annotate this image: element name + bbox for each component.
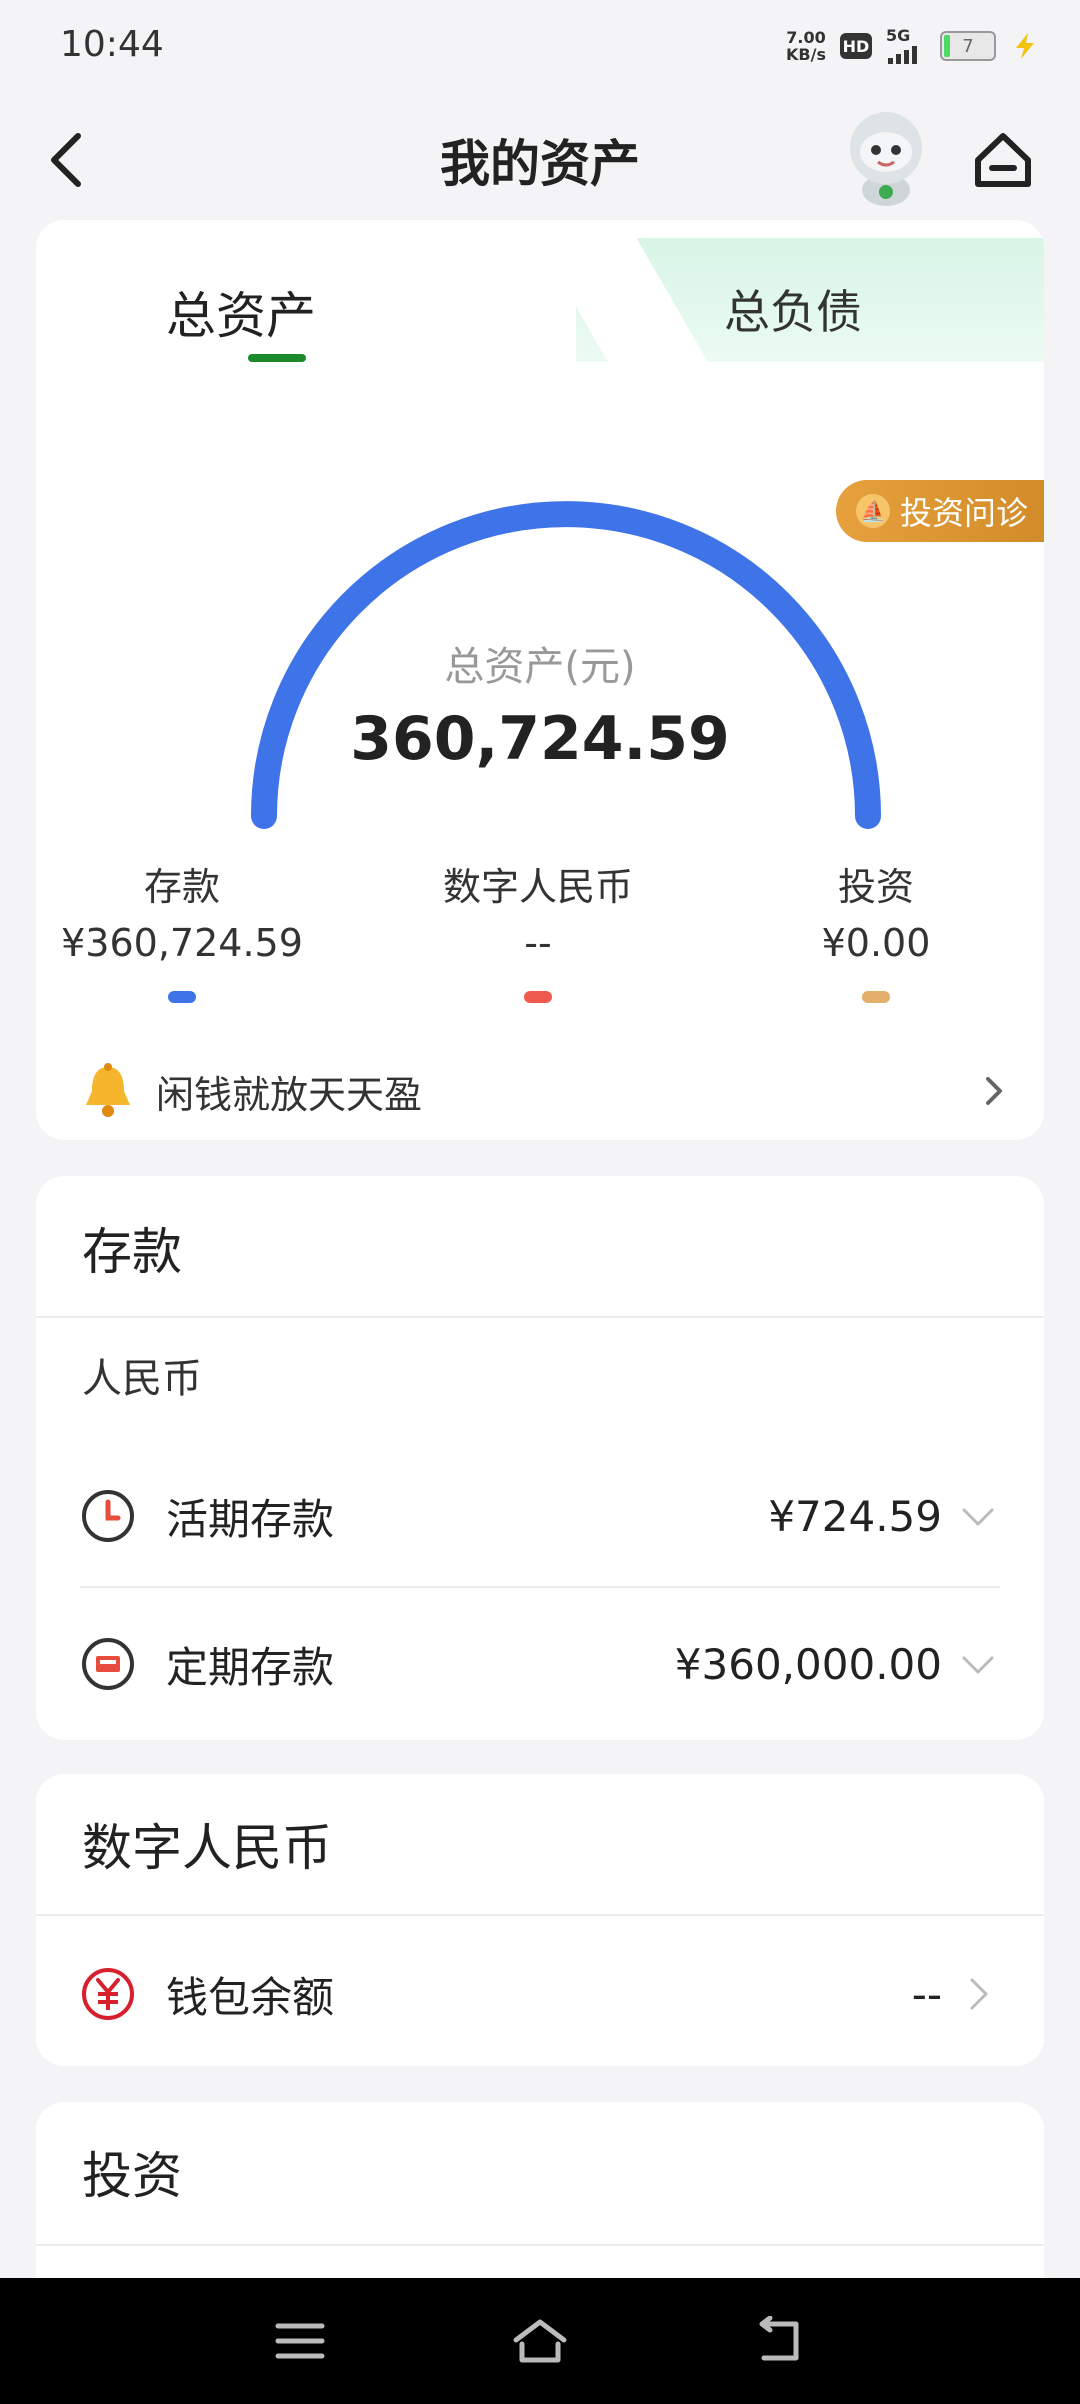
legend-deposits[interactable]: 存款 ¥360,724.59 <box>36 856 342 1003</box>
row-amount: -- <box>911 1969 942 2019</box>
asset-overview-card: 总资产 总负债 总资产(元) 360,724.59 ⛵ 投资问诊 存款 ¥360… <box>36 220 1044 1140</box>
network-speed-unit: KB/s <box>786 45 826 64</box>
battery-level: 7 <box>962 35 974 57</box>
bell-icon <box>86 1063 130 1117</box>
legend-name: 存款 <box>143 865 220 909</box>
promo-text: 闲钱就放天天盈 <box>156 1072 423 1117</box>
digital-rmb-card: 数字人民币 钱包余额 -- <box>36 1774 1044 2066</box>
assistant-robot-icon[interactable] <box>838 104 934 208</box>
promo-banner[interactable]: 闲钱就放天天盈 <box>80 1056 1014 1126</box>
row-name: 定期存款 <box>166 1642 335 1692</box>
chevron-right-icon <box>986 1077 1002 1105</box>
wallet-balance-row[interactable]: 钱包余额 -- <box>36 1944 1044 2044</box>
legend-amount: ¥0.00 <box>821 921 931 965</box>
hd-icon: HD <box>840 33 872 59</box>
status-icons: 7.00 KB/s HD 5G 7 <box>786 28 1040 64</box>
tab-active-indicator <box>248 354 306 362</box>
legend-amount: -- <box>524 921 552 965</box>
signal-icon: 5G <box>886 28 926 64</box>
nav-back-icon[interactable] <box>750 2316 810 2366</box>
legend-color-dot <box>524 991 552 1003</box>
chevron-right-icon[interactable] <box>958 1974 998 2014</box>
tab-total-assets[interactable]: 总资产 <box>166 276 316 348</box>
legend-name: 投资 <box>837 865 914 909</box>
legend-amount: ¥360,724.59 <box>61 921 303 965</box>
deposits-card: 存款 人民币 活期存款 ¥724.59 定期存款 ¥360,000.00 <box>36 1176 1044 1740</box>
charging-icon <box>1016 33 1034 59</box>
demand-deposit-row[interactable]: 活期存款 ¥724.59 <box>36 1466 1044 1566</box>
network-type: 5G <box>886 26 911 45</box>
gauge-label: 总资产(元) <box>444 644 636 690</box>
currency-label: 人民币 <box>82 1356 202 1402</box>
legend-color-dot <box>862 991 890 1003</box>
sail-icon: ⛵ <box>856 494 890 528</box>
clock-icon <box>82 1490 134 1542</box>
system-nav-bar <box>0 2278 1080 2404</box>
battery-icon: 7 <box>940 31 996 61</box>
section-title-deposits: 存款 <box>82 1223 182 1281</box>
yuan-icon <box>82 1968 134 2020</box>
total-assets-value: 360,724.59 <box>350 704 730 774</box>
tab-total-debt[interactable]: 总负债 <box>724 276 862 342</box>
row-amount: ¥724.59 <box>768 1491 942 1541</box>
section-title-investment: 投资 <box>82 2147 182 2205</box>
row-name: 钱包余额 <box>166 1972 335 2022</box>
divider <box>36 2244 1044 2246</box>
chevron-down-icon[interactable] <box>958 1496 998 1536</box>
divider <box>36 1914 1044 1916</box>
investment-diagnosis-label: 投资问诊 <box>900 494 1029 532</box>
legend-digital-rmb[interactable]: 数字人民币 -- <box>378 856 698 1003</box>
row-name: 活期存款 <box>166 1494 335 1544</box>
legend-investment[interactable]: 投资 ¥0.00 <box>716 856 1036 1003</box>
network-speed: 7.00 KB/s <box>786 29 826 63</box>
row-separator <box>80 1586 1000 1588</box>
menu-icon[interactable] <box>270 2316 330 2366</box>
calendar-icon <box>82 1638 134 1690</box>
home-icon[interactable] <box>968 120 1038 200</box>
network-speed-value: 7.00 <box>786 28 826 47</box>
investment-diagnosis-button[interactable]: ⛵ 投资问诊 <box>836 480 1044 542</box>
fixed-deposit-row[interactable]: 定期存款 ¥360,000.00 <box>36 1614 1044 1714</box>
divider <box>36 1316 1044 1318</box>
nav-home-icon[interactable] <box>510 2316 570 2366</box>
chevron-down-icon[interactable] <box>958 1644 998 1684</box>
legend-color-dot <box>168 991 196 1003</box>
row-amount: ¥360,000.00 <box>674 1639 942 1689</box>
section-title-digital-rmb: 数字人民币 <box>82 1819 332 1877</box>
status-time: 10:44 <box>60 24 164 65</box>
legend-name: 数字人民币 <box>442 865 633 909</box>
